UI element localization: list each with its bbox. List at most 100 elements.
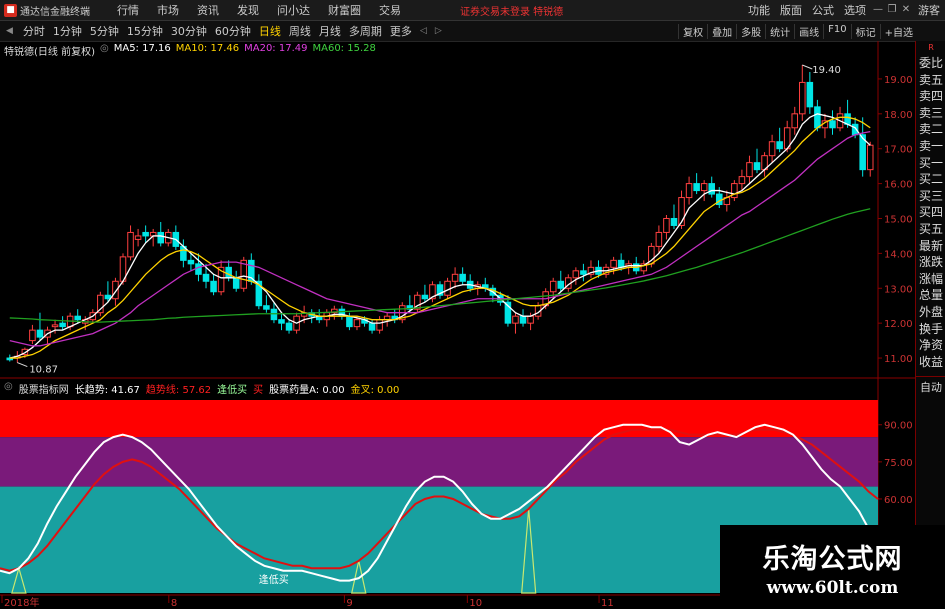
candle-body <box>580 270 587 275</box>
quote-field-5[interactable]: 卖一 <box>916 138 945 155</box>
quote-field-7[interactable]: 买二 <box>916 171 945 188</box>
price-tick-label: 15.00 <box>884 214 913 225</box>
ma-expand-icon[interactable]: ◎ <box>100 43 109 58</box>
quote-field-15[interactable]: 外盘 <box>916 304 945 321</box>
high-price-label: 19.40 <box>812 65 841 76</box>
candle-body <box>685 183 693 199</box>
ma5-label: MA5: 17.16 <box>113 43 171 54</box>
indicator-name[interactable]: 股票指标网 <box>19 381 69 396</box>
candle-body <box>210 280 217 293</box>
price-tick-label: 16.00 <box>884 180 913 191</box>
date-tick-label: 8 <box>171 598 177 609</box>
candle-body <box>549 280 557 293</box>
indicator-legend: ◎ 股票指标网 长趋势: 41.67 趋势线: 57.62 逢低买 买 股票药量… <box>4 381 399 396</box>
candle-body <box>693 183 700 192</box>
long-trend-label: 长趋势: 41.67 <box>74 385 140 396</box>
panel-badge: R <box>928 43 934 52</box>
quote-field-9[interactable]: 买四 <box>916 204 945 221</box>
quote-field-12[interactable]: 涨跌 <box>916 254 945 271</box>
candle-body <box>127 231 134 258</box>
candle-body <box>700 183 708 192</box>
auto-button[interactable]: 自动 <box>916 376 945 395</box>
buy-low-annotation: 逢低买 <box>259 573 289 586</box>
quote-field-8[interactable]: 买三 <box>916 188 945 205</box>
candle-body <box>51 324 59 328</box>
quote-field-13[interactable]: 涨幅 <box>916 271 945 288</box>
quote-field-11[interactable]: 最新 <box>916 238 945 255</box>
watermark-title: 乐淘公式网 <box>762 544 903 575</box>
candle-body <box>866 144 874 171</box>
ma20-label: MA20: 17.49 <box>244 43 308 54</box>
quote-field-14[interactable]: 总量 <box>916 287 945 304</box>
candle-body <box>663 217 670 233</box>
osc-tick-label: 75.00 <box>884 458 913 469</box>
low-price-label: 10.87 <box>29 365 58 376</box>
candle-body <box>29 329 36 342</box>
candle-body <box>353 319 361 328</box>
indicator-settings-icon[interactable]: ◎ <box>4 381 13 396</box>
candle-body <box>610 259 617 268</box>
price-tick-label: 18.00 <box>884 110 913 121</box>
quote-field-3[interactable]: 卖三 <box>916 105 945 122</box>
candle-body <box>421 294 429 300</box>
candle-body <box>791 113 799 129</box>
quote-field-1[interactable]: 卖五 <box>916 72 945 89</box>
candle-body <box>655 231 663 247</box>
ma-legend: 特锐德(日线 前复权) ◎ MA5: 17.16 MA10: 17.46 MA2… <box>4 43 376 58</box>
candle-body <box>519 315 527 324</box>
quote-field-18[interactable]: 收益 <box>916 354 945 371</box>
price-tick-label: 12.00 <box>884 319 913 330</box>
price-tick-label: 17.00 <box>884 145 913 156</box>
candle-body <box>753 162 761 171</box>
candle-body <box>263 305 270 310</box>
high-marker-line <box>802 64 813 70</box>
quote-field-17[interactable]: 净资 <box>916 337 945 354</box>
quote-field-16[interactable]: 换手 <box>916 321 945 338</box>
date-tick-label: 2018年 <box>4 596 39 609</box>
candle-body <box>670 217 678 226</box>
candle-body <box>512 315 519 324</box>
candle-body <box>451 273 459 282</box>
quote-field-0[interactable]: 委比 <box>916 55 945 72</box>
quote-field-6[interactable]: 买一 <box>916 155 945 172</box>
candle-body <box>134 235 142 240</box>
candle-body <box>270 308 278 321</box>
candle-body <box>157 231 165 244</box>
candle-body <box>738 176 746 185</box>
candle-body <box>59 322 66 328</box>
date-tick-label: 11 <box>601 598 614 609</box>
candle-body <box>444 280 451 296</box>
candle-body <box>746 162 753 178</box>
candle-body <box>799 81 806 115</box>
candle-body <box>346 315 353 328</box>
candle-body <box>572 270 580 279</box>
candle-body <box>776 141 783 150</box>
candle-body <box>36 329 44 338</box>
buy-low-label: 逢低买 <box>217 385 248 396</box>
candle-body <box>376 319 383 331</box>
candle-body <box>557 280 565 289</box>
watermark-url: www.60lt.com <box>766 578 899 598</box>
candle-body <box>814 106 821 129</box>
price-tick-label: 14.00 <box>884 249 913 260</box>
watermark: 乐淘公式网 www.60lt.com <box>720 525 945 609</box>
price-tick-label: 19.00 <box>884 75 913 86</box>
buy-label: 买 <box>253 385 264 396</box>
price-tick-label: 11.00 <box>884 354 913 365</box>
candle-body <box>225 266 232 279</box>
candle-body <box>74 315 81 321</box>
low-marker-line <box>17 362 28 368</box>
golden-cross-label: 金叉: 0.00 <box>350 385 400 396</box>
volume-label: 股票药量A: 0.00 <box>269 385 345 396</box>
ma10-label: MA10: 17.46 <box>175 43 240 54</box>
quote-field-4[interactable]: 卖二 <box>916 121 945 138</box>
date-tick-label: 10 <box>469 598 482 609</box>
quote-field-10[interactable]: 买五 <box>916 221 945 238</box>
candle-body <box>829 120 836 129</box>
candle-body <box>202 273 210 282</box>
quote-field-2[interactable]: 卖四 <box>916 88 945 105</box>
candle-body <box>708 183 715 195</box>
candle-body <box>368 322 376 331</box>
stock-chart[interactable]: 19.00 18.00 17.00 16.00 15.00 14.00 13.00 12.00… <box>0 0 945 609</box>
candle-body <box>527 315 534 324</box>
